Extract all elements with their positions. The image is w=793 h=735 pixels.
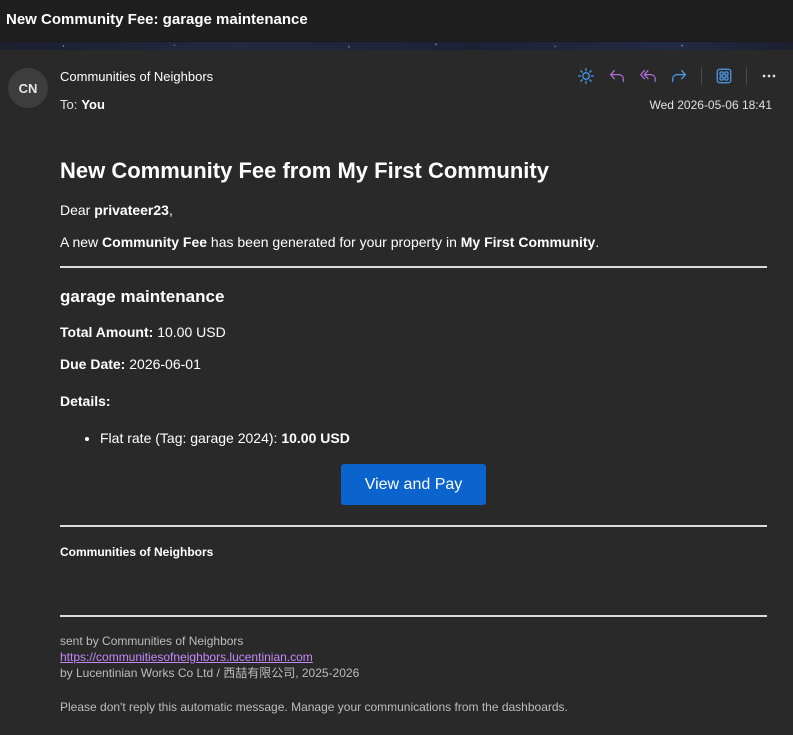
noreply-notice: Please don't reply this automatic messag… <box>60 700 568 714</box>
detail-amount: 10.00 USD <box>281 430 350 446</box>
avatar[interactable]: CN <box>8 68 48 108</box>
intro-text-1: A new <box>60 234 103 250</box>
email-body: New Community Fee from My First Communit… <box>60 156 767 715</box>
email-heading: New Community Fee from My First Communit… <box>60 158 549 183</box>
greeting-prefix: Dear <box>60 202 95 218</box>
intro-text-3: . <box>595 234 600 250</box>
divider <box>60 266 767 268</box>
sun-icon[interactable] <box>576 66 596 86</box>
recipient-line: To: You <box>60 97 105 112</box>
divider <box>60 525 767 527</box>
website-link[interactable]: https://communitiesofneighbors.lucentini… <box>60 650 313 664</box>
sent-by: sent by Communities of Neighbors <box>60 634 244 648</box>
toolbar-separator <box>701 67 702 85</box>
intro-text-2: has been generated for your property in <box>207 234 461 250</box>
fee-title: garage maintenance <box>60 287 225 306</box>
window-title: New Community Fee: garage maintenance <box>6 11 308 28</box>
more-icon[interactable] <box>759 66 779 86</box>
due-date: Due Date: 2026-06-01 <box>60 355 767 373</box>
total-value: 10.00 USD <box>157 324 226 340</box>
email-date: Wed 2026-05-06 18:41 <box>649 98 772 112</box>
intro-fee: Community Fee <box>102 234 208 250</box>
greeting-suffix: , <box>168 202 173 218</box>
list-item: Flat rate (Tag: garage 2024): 10.00 USD <box>100 429 767 447</box>
recipient-name[interactable]: You <box>81 97 105 112</box>
due-label: Due Date: <box>60 356 126 372</box>
theme-banner <box>0 42 793 50</box>
divider <box>60 615 767 617</box>
user-name: privateer23 <box>94 202 169 218</box>
window-title-bar: New Community Fee: garage maintenance <box>0 0 793 42</box>
due-value: 2026-06-01 <box>129 356 201 372</box>
total-label: Total Amount: <box>60 324 154 340</box>
forward-icon[interactable] <box>669 66 689 86</box>
details-heading: Details: <box>60 393 111 409</box>
company-line: by Lucentinian Works Co Ltd / 西喆有限公司, 20… <box>60 666 360 680</box>
sender-name[interactable]: Communities of Neighbors <box>60 69 213 84</box>
to-label: To: <box>60 97 78 112</box>
toolbar-separator <box>746 67 747 85</box>
apps-icon[interactable] <box>714 66 734 86</box>
intro-paragraph: A new Community Fee has been generated f… <box>60 233 767 251</box>
details-label: Details: <box>60 392 767 410</box>
reply-all-icon[interactable] <box>638 66 658 86</box>
sender-info: sent by Communities of Neighbors https:/… <box>60 633 767 681</box>
message-toolbar <box>576 66 779 86</box>
footer-brand: Communities of Neighbors <box>60 545 214 559</box>
view-and-pay-button[interactable]: View and Pay <box>341 464 486 505</box>
reply-icon[interactable] <box>607 66 627 86</box>
greeting: Dear privateer23, <box>60 201 767 219</box>
intro-community: My First Community <box>460 234 596 250</box>
detail-text: Flat rate (Tag: garage 2024): <box>100 430 282 446</box>
pay-button-wrap: View and Pay <box>60 464 767 505</box>
details-list: Flat rate (Tag: garage 2024): 10.00 USD <box>60 429 767 447</box>
total-amount: Total Amount: 10.00 USD <box>60 323 767 341</box>
